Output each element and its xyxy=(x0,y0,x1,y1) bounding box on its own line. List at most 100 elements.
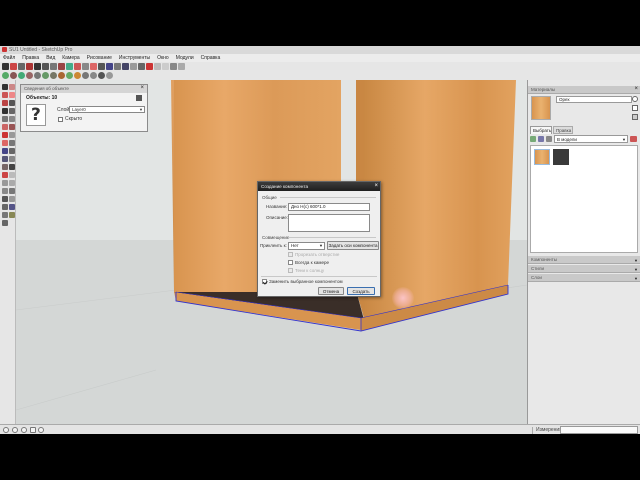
forward-icon[interactable] xyxy=(538,136,544,142)
top-view-icon[interactable] xyxy=(58,72,65,79)
circle-tool-icon[interactable] xyxy=(34,63,41,70)
measurements-input[interactable] xyxy=(560,426,638,434)
collection-select[interactable]: В модели ▼ xyxy=(554,135,628,143)
zoom-tool-icon[interactable] xyxy=(162,63,169,70)
select-icon[interactable] xyxy=(2,84,8,90)
zoom-icon[interactable] xyxy=(2,180,8,186)
sample-paint-icon[interactable] xyxy=(632,114,638,120)
create-material-icon[interactable] xyxy=(632,96,638,102)
menu-edit[interactable]: Правка xyxy=(22,55,39,61)
right-view-icon[interactable] xyxy=(74,72,81,79)
move-tool-icon[interactable] xyxy=(66,63,73,70)
back-view-icon[interactable] xyxy=(82,72,89,79)
menu-window[interactable]: Окно xyxy=(157,55,169,61)
material-swatch-dark[interactable] xyxy=(553,149,569,165)
circle-icon[interactable] xyxy=(2,108,8,114)
rotate-icon[interactable] xyxy=(2,132,8,138)
intersect-icon[interactable] xyxy=(9,212,15,218)
line-tool-icon[interactable] xyxy=(18,63,25,70)
prev-view-tool-icon[interactable] xyxy=(9,188,15,194)
dimension-tool-icon[interactable] xyxy=(114,63,121,70)
scale-icon[interactable] xyxy=(2,140,8,146)
tab-edit[interactable]: Правка xyxy=(553,126,573,134)
menu-view[interactable]: Вид xyxy=(46,55,55,61)
look-around-icon[interactable] xyxy=(2,204,8,210)
walk-tool-icon[interactable] xyxy=(9,196,15,202)
styles-titlebar[interactable]: Стили ▼ xyxy=(528,265,640,273)
text-icon[interactable] xyxy=(9,156,15,162)
push-pull-icon[interactable] xyxy=(9,124,15,130)
make-component-icon[interactable] xyxy=(9,84,15,90)
camera-icon[interactable] xyxy=(98,72,105,79)
rectangle-icon[interactable] xyxy=(2,100,8,106)
default-material-icon[interactable] xyxy=(632,105,638,111)
arc-icon[interactable] xyxy=(9,108,15,114)
walk-icon[interactable] xyxy=(106,72,113,79)
zoom-extents-icon[interactable] xyxy=(170,63,177,70)
cut-opening-checkbox[interactable] xyxy=(288,252,293,257)
material-swatch-wood[interactable] xyxy=(534,149,550,165)
polygon-tool-icon[interactable] xyxy=(50,63,57,70)
protractor-tool-icon[interactable] xyxy=(122,63,129,70)
rectangle-tool-icon[interactable] xyxy=(26,63,33,70)
components-titlebar[interactable]: Компоненты ▼ xyxy=(528,256,640,264)
geo-location-icon[interactable] xyxy=(3,427,9,433)
replace-selection-checkbox[interactable] xyxy=(262,279,267,284)
scale-tool-icon[interactable] xyxy=(90,63,97,70)
textured-style-icon[interactable] xyxy=(10,72,17,79)
close-icon[interactable]: × xyxy=(634,86,638,92)
menu-tools[interactable]: Инструменты xyxy=(119,55,150,61)
help-icon[interactable] xyxy=(30,427,36,433)
material-name-field[interactable]: Орех xyxy=(556,96,632,103)
sandbox-icon[interactable] xyxy=(2,212,8,218)
menu-plugins[interactable]: Модули xyxy=(176,55,194,61)
wireframe-icon[interactable] xyxy=(34,72,41,79)
push-pull-tool-icon[interactable] xyxy=(58,63,65,70)
menu-file[interactable]: Файл xyxy=(3,55,15,61)
xray-icon[interactable] xyxy=(42,72,49,79)
select-tool-icon[interactable] xyxy=(2,63,9,70)
text-tool-icon[interactable] xyxy=(130,63,137,70)
expand-icon[interactable]: ▼ xyxy=(634,276,638,281)
line-icon[interactable] xyxy=(9,100,15,106)
tab-select[interactable]: Выбрать xyxy=(530,126,552,134)
eraser-icon[interactable] xyxy=(9,92,15,98)
menu-draw[interactable]: Рисование xyxy=(87,55,112,61)
move-icon[interactable] xyxy=(2,124,8,130)
pan-tool-icon[interactable] xyxy=(154,63,161,70)
home-icon[interactable] xyxy=(546,136,552,142)
section-plane-icon[interactable] xyxy=(9,204,15,210)
tape-measure-icon[interactable] xyxy=(2,148,8,154)
user-icon[interactable] xyxy=(21,427,27,433)
zoom-extents-tool-icon[interactable] xyxy=(2,188,8,194)
credits-icon[interactable] xyxy=(12,427,18,433)
menu-help[interactable]: Справка xyxy=(201,55,221,61)
entity-options-icon[interactable] xyxy=(136,95,142,101)
layer-select[interactable]: Layer0 ▼ xyxy=(69,106,145,113)
polygon-icon[interactable] xyxy=(2,116,8,122)
3d-text-icon[interactable] xyxy=(9,164,15,170)
shadows-sun-checkbox[interactable] xyxy=(288,268,293,273)
layers-titlebar[interactable]: Слои ▼ xyxy=(528,274,640,282)
zoom-window-icon[interactable] xyxy=(9,180,15,186)
expand-icon[interactable]: ▼ xyxy=(634,267,638,272)
follow-me-icon[interactable] xyxy=(9,132,15,138)
position-camera-icon[interactable] xyxy=(2,196,8,202)
protractor-icon[interactable] xyxy=(2,156,8,162)
iso-view-icon[interactable] xyxy=(50,72,57,79)
dimension-icon[interactable] xyxy=(9,148,15,154)
details-icon[interactable] xyxy=(630,136,637,142)
left-view-icon[interactable] xyxy=(90,72,97,79)
description-input[interactable] xyxy=(288,214,370,232)
tape-measure-icon[interactable] xyxy=(106,63,113,70)
axes-tool-icon[interactable] xyxy=(138,63,145,70)
freehand-icon[interactable] xyxy=(9,116,15,122)
set-axes-button[interactable]: Задать оси компонента xyxy=(327,241,379,250)
rotate-tool-icon[interactable] xyxy=(74,63,81,70)
hidden-line-icon[interactable] xyxy=(26,72,33,79)
offset-tool-icon[interactable] xyxy=(98,63,105,70)
orbit-icon[interactable] xyxy=(2,172,8,178)
previous-view-icon[interactable] xyxy=(178,63,185,70)
expand-icon[interactable]: ▼ xyxy=(634,258,638,263)
cancel-button[interactable]: Отмена xyxy=(318,287,344,295)
